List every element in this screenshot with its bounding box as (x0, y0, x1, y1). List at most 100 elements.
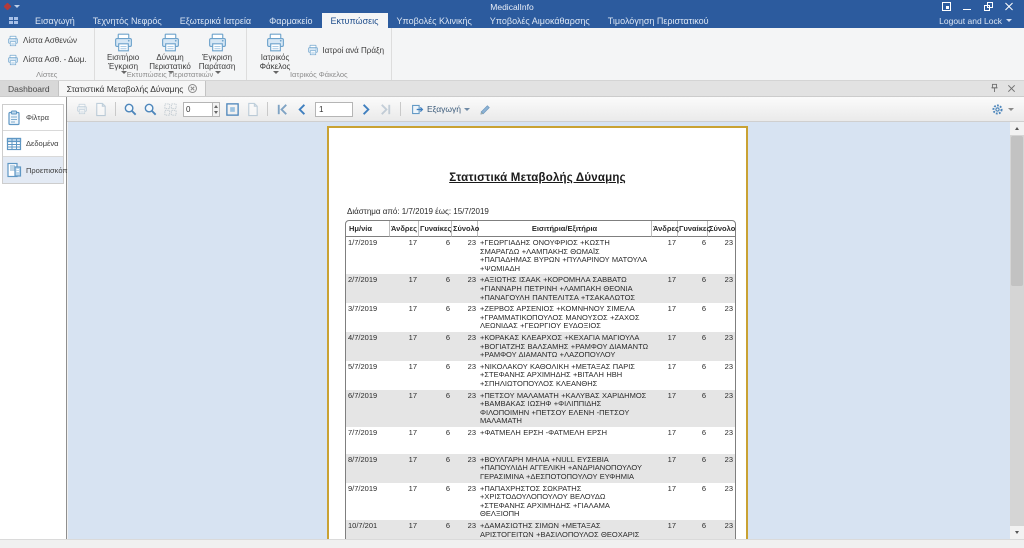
pin-panel-icon[interactable] (989, 83, 1000, 94)
force-incident-button[interactable]: Δύναμη Περιστατικό (147, 31, 194, 75)
left-panel: Φίλτρα Δεδομένα Προεπισκόπηση (0, 97, 67, 539)
ribbon-group-medical-record: Ιατρικός Φάκελος Ιατροί ανά Πράξη Ιατρικ… (247, 28, 392, 80)
ribbon-tab-6[interactable]: Υποβολές Αιμοκάθαρσης (481, 13, 599, 28)
cell-men2: 17 (652, 303, 678, 332)
patients-rooms-list-label: Λίστα Ασθ. - Δωμ. (23, 55, 87, 64)
report-page: Στατιστικά Μεταβολής Δύναμης Διάστημα απ… (327, 126, 748, 539)
next-page-icon[interactable] (358, 102, 373, 117)
table-row: 10/7/20117623+ΔΑΜΑΣΙΩΤΗΣ ΣΙΜΩΝ +ΜΕΤΑΞΑΣ … (346, 520, 735, 539)
report-period: Διάστημα από: 1/7/2019 έως: 15/7/2019 (345, 207, 730, 216)
minimize-button[interactable] (963, 2, 972, 11)
settings-caret-icon[interactable] (1008, 108, 1014, 111)
restore-button[interactable] (984, 2, 993, 11)
settings-gear-icon[interactable] (991, 103, 1004, 116)
ribbon-tab-4[interactable]: Εκτυπώσεις (322, 13, 388, 28)
fit-page-icon[interactable] (225, 102, 240, 117)
side-tab-filters[interactable]: Φίλτρα (3, 105, 63, 131)
cell-women2: 6 (678, 427, 708, 454)
page-number-input[interactable] (315, 102, 353, 117)
cell-men: 17 (390, 332, 419, 361)
multipage-view-icon[interactable] (163, 102, 178, 117)
cell-names: +ΑΞΙΩΤΗΣ ΙΣΑΑΚ +ΚΟΡΟΜΗΛΑ ΣΑΒΒΑΤΩ +ΓΙΑΝΝΑ… (478, 274, 652, 303)
logout-and-lock-button[interactable]: Logout and Lock (939, 13, 1024, 28)
cell-date: 2/7/2019 (346, 274, 390, 303)
scroll-down-button[interactable] (1010, 526, 1024, 539)
cell-women2: 6 (678, 303, 708, 332)
cell-date: 9/7/2019 (346, 483, 390, 520)
cell-date: 1/7/2019 (346, 237, 390, 274)
last-page-icon[interactable] (378, 102, 393, 117)
cell-women: 6 (419, 390, 452, 427)
zoom-spinner[interactable] (183, 102, 220, 117)
page-setup-icon[interactable] (93, 102, 108, 117)
report-title: Στατιστικά Μεταβολής Δύναμης (345, 172, 730, 184)
cell-total2: 23 (708, 427, 735, 454)
scroll-up-button[interactable] (1010, 122, 1024, 135)
cell-women2: 6 (678, 520, 708, 539)
cell-men2: 17 (652, 454, 678, 483)
zoom-in-icon[interactable] (143, 102, 158, 117)
cell-women: 6 (419, 454, 452, 483)
ribbon-tab-0[interactable]: Εισαγωγή (26, 13, 84, 28)
medical-record-button[interactable]: Ιατρικός Φάκελος (252, 31, 299, 75)
side-tab-data-label: Δεδομένα (26, 139, 58, 148)
ribbon-tab-5[interactable]: Υποβολές Κλινικής (388, 13, 481, 28)
ribbon-tab-3[interactable]: Φαρμακείο (260, 13, 321, 28)
cell-men2: 17 (652, 390, 678, 427)
cell-women2: 6 (678, 361, 708, 390)
table-header-cell: Σύνολο (708, 221, 735, 237)
ribbon-group-incident-prints: Εισιτήριο Έγκριση Δύναμη Περιστατικό Έγκ… (95, 28, 247, 80)
cell-total: 23 (452, 427, 478, 454)
tray-window-icon[interactable] (942, 2, 951, 11)
export-button[interactable]: Εξαγωγή (408, 102, 473, 117)
table-row: 2/7/201917623+ΑΞΙΩΤΗΣ ΙΣΑΑΚ +ΚΟΡΟΜΗΛΑ ΣΑ… (346, 274, 735, 303)
cell-men: 17 (390, 303, 419, 332)
tab-dashboard[interactable]: Dashboard (0, 81, 59, 96)
continuous-view-icon[interactable] (245, 102, 260, 117)
cell-total: 23 (452, 361, 478, 390)
cell-date: 10/7/201 (346, 520, 390, 539)
cell-names: +ΖΕΡΒΟΣ ΑΡΣΕΝΙΟΣ +ΚΟΜΝΗΝΟΥ ΣΙΜΕΛΑ +ΓΡΑΜΜ… (478, 303, 652, 332)
first-page-icon[interactable] (275, 102, 290, 117)
cell-total: 23 (452, 332, 478, 361)
table-grid-icon (6, 136, 22, 152)
ribbon-tab-2[interactable]: Εξωτερικά Ιατρεία (171, 13, 260, 28)
ticket-approval-button[interactable]: Εισιτήριο Έγκριση (100, 31, 147, 75)
previous-page-icon[interactable] (295, 102, 310, 117)
patients-rooms-list-button[interactable]: Λίστα Ασθ. - Δωμ. (5, 53, 89, 67)
cell-men: 17 (390, 361, 419, 390)
cell-total2: 23 (708, 390, 735, 427)
tab-close-icon[interactable] (188, 84, 197, 93)
table-header-cell: Γυναίκες (419, 221, 452, 237)
spinner-up-icon[interactable] (214, 105, 218, 108)
close-button[interactable] (1005, 2, 1014, 11)
ribbon-tab-1[interactable]: Τεχνητός Νεφρός (84, 13, 171, 28)
printer-icon (7, 35, 19, 47)
quick-access-toolbar[interactable] (0, 3, 20, 10)
title-bar: MedicalInfo (0, 0, 1024, 13)
zoom-value-input[interactable] (183, 102, 213, 117)
cell-names: +ΓΕΩΡΓΙΑΔΗΣ ΟΝΟΥΦΡΙΟΣ +ΚΩΣΤΗ ΣΜΑΡΑΓΔΩ +Λ… (478, 237, 652, 274)
close-panel-icon[interactable] (1008, 85, 1016, 93)
table-header-row: Ημ/νίαΆνδρεςΓυναίκεςΣύνολοΕισιτήρια/Εξιτ… (346, 221, 735, 237)
side-tab-data[interactable]: Δεδομένα (3, 131, 63, 157)
spinner-down-icon[interactable] (214, 111, 218, 114)
medical-record-label: Ιατρικός Φάκελος (253, 53, 298, 71)
approval-extension-button[interactable]: Έγκριση Παράταση (194, 31, 241, 75)
printer-icon (307, 44, 319, 56)
preview-toolbar: Εξαγωγή (67, 97, 1024, 122)
ribbon-tab-7[interactable]: Τιμολόγηση Περιστατικού (599, 13, 718, 28)
patients-list-button[interactable]: Λίστα Ασθενών (5, 34, 89, 48)
vertical-scrollbar[interactable] (1010, 122, 1024, 539)
qat-dropdown-icon[interactable] (14, 5, 20, 8)
tab-statistics-report[interactable]: Στατιστικά Μεταβολής Δύναμης (59, 81, 207, 96)
edit-pencil-icon[interactable] (478, 102, 493, 117)
application-menu-icon[interactable] (0, 13, 26, 28)
doctors-per-act-button[interactable]: Ιατροί ανά Πράξη (305, 43, 386, 57)
cell-men2: 17 (652, 520, 678, 539)
zoom-out-icon[interactable] (123, 102, 138, 117)
table-header-cell: Εισιτήρια/Εξιτήρια (478, 221, 652, 237)
scrollbar-thumb[interactable] (1011, 136, 1023, 286)
print-icon[interactable] (76, 103, 88, 115)
side-tab-preview[interactable]: Προεπισκόπηση (3, 157, 63, 183)
